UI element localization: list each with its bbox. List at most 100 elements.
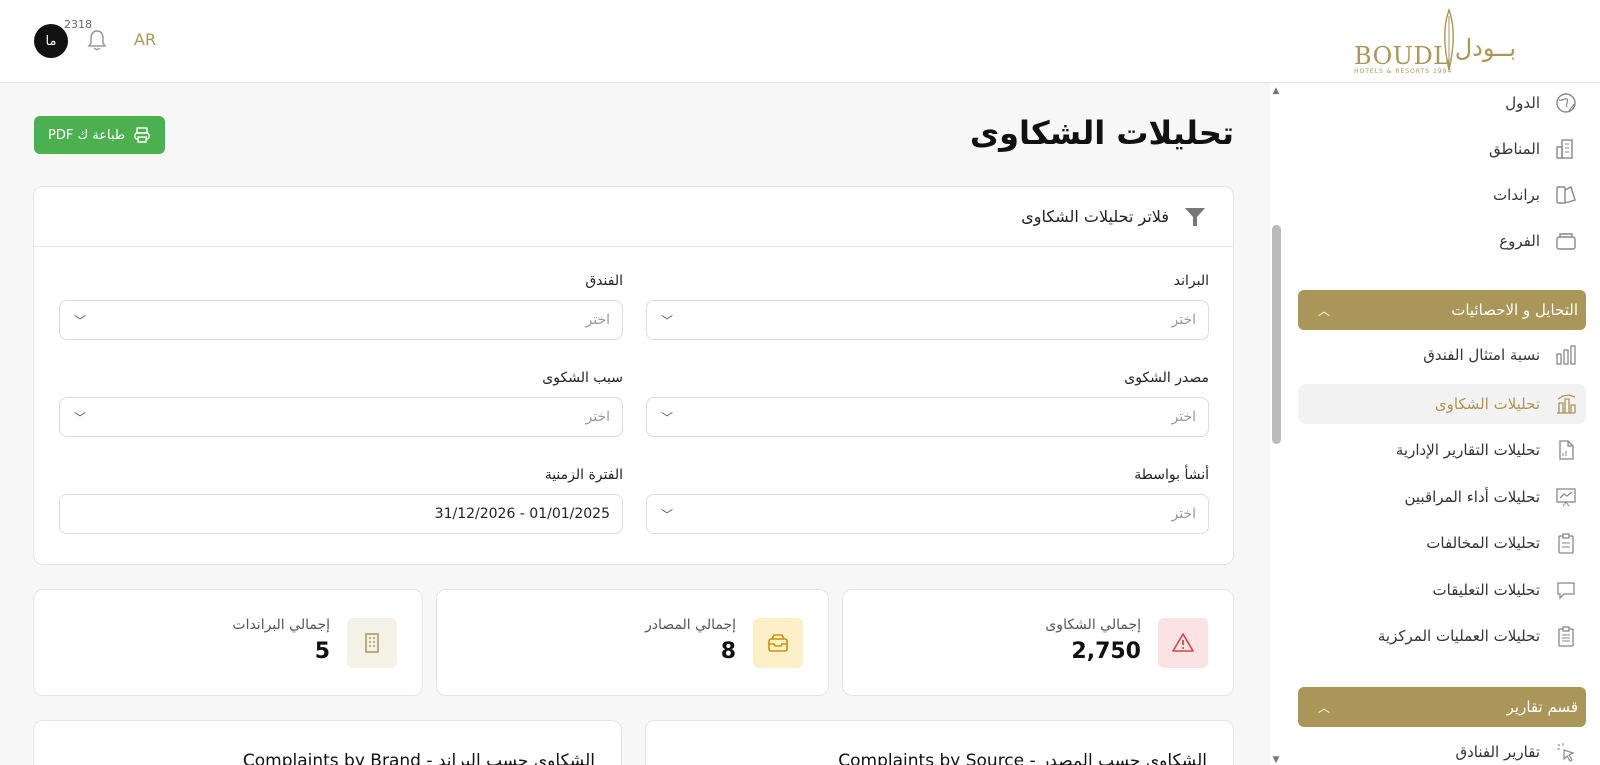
sidebar: الدول المناطق براندات الفروع التحايل و ا…	[1270, 83, 1600, 765]
sidebar-item-countries[interactable]: الدول	[1505, 86, 1578, 120]
chevron-up-icon: ︿	[1318, 700, 1331, 715]
chart-card-by-brand: الشكاوى حسب البراند - Complaints by Bran…	[33, 720, 622, 765]
date-range-input[interactable]: 31/12/2026 - 01/01/2025	[59, 494, 623, 534]
hotel-label: الفندق	[585, 273, 623, 289]
scroll-down-arrow-icon[interactable]: ▼	[1270, 755, 1282, 765]
sidebar-section-analytics[interactable]: التحايل و الاحصائيات ︿	[1298, 290, 1586, 330]
scroll-up-arrow-icon[interactable]: ▲	[1270, 86, 1282, 96]
warning-icon	[1158, 618, 1208, 668]
city-chart-icon	[1554, 392, 1578, 416]
sidebar-item-branches[interactable]: الفروع	[1499, 224, 1578, 258]
sidebar-item-label: تحليلات التقارير الإدارية	[1395, 441, 1540, 459]
sidebar-item-label: نسبة امتثال الفندق	[1423, 346, 1540, 364]
logo-arabic: بــودل	[1454, 34, 1516, 62]
sidebar-item-label: تحليلات العمليات المركزية	[1377, 627, 1540, 645]
sidebar-item-label: تحليلات الشكاوى	[1434, 395, 1540, 413]
filters-heading: فلاتر تحليلات الشكاوى	[1021, 207, 1169, 226]
sidebar-item-hotel-compliance[interactable]: نسبة امتثال الفندق	[1423, 338, 1578, 372]
stat-card-total-complaints: إجمالي الشكاوى 2,750	[842, 589, 1234, 696]
logo-latin: BOUDL	[1354, 42, 1450, 70]
created-by-placeholder: اختر	[1171, 506, 1197, 522]
presentation-icon	[1554, 485, 1578, 509]
source-label: مصدر الشكوى	[1124, 370, 1209, 386]
print-pdf-button[interactable]: طباعة ك PDF	[34, 116, 166, 154]
stat-label: إجمالي الشكاوى	[1045, 617, 1141, 633]
period-label: الفترة الزمنية	[544, 467, 623, 483]
reason-label: سبب الشكوى	[542, 370, 623, 386]
sidebar-item-label: الفروع	[1499, 232, 1540, 250]
chevron-down-icon: ﹀	[74, 410, 87, 425]
sidebar-section-reports[interactable]: قسم تقارير ︿	[1298, 687, 1586, 727]
sidebar-item-inspectors-performance[interactable]: تحليلات أداء المراقبين	[1404, 480, 1578, 514]
hotel-placeholder: اختر	[585, 312, 611, 328]
sidebar-item-label: تحليلات المخالفات	[1426, 534, 1540, 552]
chart-card-by-source: الشكاوى حسب المصدر - Complaints by Sourc…	[645, 720, 1234, 765]
bar-chart-icon	[1554, 343, 1578, 367]
bell-icon[interactable]	[86, 28, 108, 52]
sidebar-item-label: تحليلات أداء المراقبين	[1404, 488, 1540, 506]
sidebar-scrollbar[interactable]: ▲ ▼	[1270, 86, 1282, 765]
brand-select[interactable]: اختر ﹀	[646, 300, 1209, 340]
reason-select[interactable]: اختر ﹀	[59, 397, 623, 437]
chart-title: الشكاوى حسب المصدر - Complaints by Sourc…	[838, 751, 1207, 765]
sidebar-item-complaints-analytics[interactable]: تحليلات الشكاوى	[1298, 384, 1586, 424]
inbox-icon	[753, 618, 803, 668]
chevron-down-icon: ﹀	[661, 313, 674, 328]
document-icon	[1554, 438, 1578, 462]
stat-card-total-sources: إجمالي المصادر 8	[436, 589, 829, 696]
stat-card-total-brands: إجمالي البراندات 5	[33, 589, 423, 696]
sidebar-item-central-operations[interactable]: تحليلات العمليات المركزية	[1378, 619, 1578, 653]
sidebar-item-label: تحليلات التعليقات	[1432, 581, 1540, 599]
printer-icon	[134, 127, 150, 143]
language-switch[interactable]: AR	[134, 30, 156, 49]
sidebar-item-comments[interactable]: تحليلات التعليقات	[1433, 573, 1578, 607]
hotel-select[interactable]: اختر ﹀	[59, 300, 623, 340]
page-title: تحليلات الشكاوى	[969, 114, 1234, 152]
date-range-value: 31/12/2026 - 01/01/2025	[434, 506, 610, 522]
sidebar-item-violations[interactable]: تحليلات المخالفات	[1426, 526, 1578, 560]
sidebar-item-label: براندات	[1493, 186, 1540, 204]
sidebar-item-label: تقارير الفنادق	[1455, 743, 1540, 761]
stat-label: إجمالي المصادر	[645, 617, 736, 633]
source-select[interactable]: اختر ﹀	[646, 397, 1209, 437]
top-bar: BOUDL بــودل HOTELS & RESORTS 1994 AR 23…	[0, 0, 1600, 83]
comment-icon	[1554, 578, 1578, 602]
stat-value: 8	[720, 639, 736, 664]
sidebar-item-regions[interactable]: المناطق	[1489, 132, 1578, 166]
brand-label: البراند	[1173, 273, 1209, 289]
globe-icon	[1554, 91, 1578, 115]
print-pdf-label: طباعة ك PDF	[48, 127, 126, 143]
notification-count: 2318	[62, 18, 94, 31]
section-label: التحايل و الاحصائيات	[1451, 301, 1578, 319]
avatar[interactable]: ما	[34, 24, 68, 58]
boudl-logo[interactable]: BOUDL بــودل HOTELS & RESORTS 1994	[1352, 8, 1516, 76]
sidebar-item-hotel-reports[interactable]: تقارير الفنادق	[1455, 735, 1578, 765]
logo-tagline: HOTELS & RESORTS 1994	[1354, 68, 1453, 75]
filters-card: فلاتر تحليلات الشكاوى البراند اختر ﹀ الف…	[33, 186, 1234, 565]
clipboard-list-icon	[1554, 624, 1578, 648]
chevron-down-icon: ﹀	[74, 313, 87, 328]
chevron-down-icon: ﹀	[661, 410, 674, 425]
sidebar-item-label: الدول	[1505, 94, 1540, 112]
scrollbar-thumb[interactable]	[1272, 225, 1281, 444]
sidebar-item-admin-reports[interactable]: تحليلات التقارير الإدارية	[1396, 433, 1578, 467]
stat-label: إجمالي البراندات	[232, 617, 330, 633]
reason-placeholder: اختر	[585, 409, 611, 425]
sidebar-item-label: المناطق	[1489, 140, 1540, 158]
stat-value: 2,750	[1071, 639, 1141, 664]
section-label: قسم تقارير	[1506, 698, 1578, 716]
brand-placeholder: اختر	[1171, 312, 1197, 328]
source-placeholder: اختر	[1171, 409, 1197, 425]
building-icon	[1554, 137, 1578, 161]
click-icon	[1554, 740, 1578, 764]
created-by-label: أنشأ بواسطة	[1134, 467, 1209, 483]
clipboard-icon	[1554, 531, 1578, 555]
sidebar-item-brands[interactable]: براندات	[1493, 178, 1578, 212]
chevron-up-icon: ︿	[1318, 303, 1331, 318]
chart-title: الشكاوى حسب البراند - Complaints by Bran…	[242, 751, 595, 765]
brand-icon	[1554, 183, 1578, 207]
filter-icon	[1185, 207, 1205, 226]
created-by-select[interactable]: اختر ﹀	[646, 494, 1209, 534]
chevron-down-icon: ﹀	[661, 507, 674, 522]
stat-value: 5	[314, 639, 330, 664]
